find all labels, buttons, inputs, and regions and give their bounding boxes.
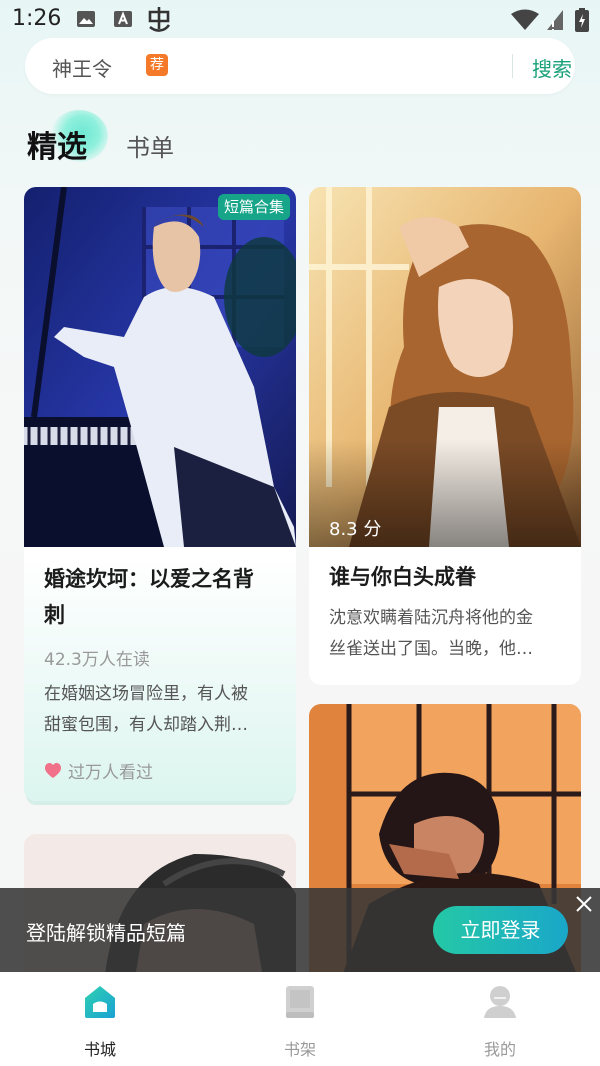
nav-item-bookshelf[interactable]: 书架 <box>250 982 350 1059</box>
battery-icon <box>575 8 589 32</box>
login-prompt-text: 登陆解锁精品短篇 <box>26 921 186 945</box>
book-cover-image <box>309 187 581 547</box>
recommend-badge: 荐 <box>146 54 168 76</box>
book-title: 谁与你白头成眷 <box>329 565 476 589</box>
rating-score: 8.3 分 <box>329 519 382 540</box>
nav-label: 我的 <box>483 1040 516 1059</box>
nav-item-profile[interactable]: 我的 <box>450 982 550 1059</box>
nav-label: 书城 <box>83 1040 116 1059</box>
tab-featured[interactable]: 精选 <box>27 122 87 166</box>
tab-booklist[interactable]: 书单 <box>126 128 174 163</box>
book-card[interactable]: 8.3 分 谁与你白头成眷 沈意欢瞒着陆沉舟将他的金 丝雀送出了国。当晚，他… <box>309 187 581 685</box>
book-title: 婚途坎坷：以爱之名背 刺 <box>44 561 254 633</box>
nav-item-bookstore[interactable]: 书城 <box>50 982 150 1059</box>
nav-label: 书架 <box>283 1040 316 1059</box>
book-description: 沈意欢瞒着陆沉舟将他的金 丝雀送出了国。当晚，他… <box>329 603 565 665</box>
gallery-icon <box>77 11 95 27</box>
bug-app-icon <box>148 7 171 32</box>
profile-icon <box>484 986 516 1018</box>
short-collection-badge: 短篇合集 <box>217 194 290 220</box>
readers-count: 42.3万人在读 <box>44 650 150 670</box>
hot-text: 过万人看过 <box>68 763 153 783</box>
book-cover-image <box>24 187 296 547</box>
close-icon[interactable] <box>575 895 593 913</box>
description-line: 沈意欢瞒着陆沉舟将他的金 <box>329 608 533 628</box>
wifi-icon <box>511 9 539 30</box>
bookshelf-icon <box>286 986 314 1018</box>
login-banner: 登陆解锁精品短篇 立即登录 <box>0 888 600 972</box>
description-line: 在婚姻这场冒险里，有人被 <box>44 684 248 704</box>
search-input[interactable]: 神王令 <box>52 53 112 82</box>
heart-icon <box>45 763 61 778</box>
home-icon <box>85 986 115 1018</box>
signal-icon <box>547 10 563 30</box>
search-bar[interactable]: 神王令 荐 搜索 <box>25 38 575 94</box>
hot-indicator: 过万人看过 <box>44 758 153 783</box>
status-bar: 1:26 <box>0 0 600 40</box>
description-line: 甜蜜包围，有人却踏入荆… <box>44 715 248 735</box>
book-title-line: 刺 <box>44 603 65 627</box>
font-icon <box>114 11 132 27</box>
book-description: 在婚姻这场冒险里，有人被 甜蜜包围，有人却踏入荆… <box>44 679 280 741</box>
search-divider <box>512 54 513 78</box>
description-line: 丝雀送出了国。当晚，他… <box>329 639 533 659</box>
book-title-line: 婚途坎坷：以爱之名背 <box>44 567 254 591</box>
login-button[interactable]: 立即登录 <box>433 906 568 954</box>
book-card[interactable]: 短篇合集 婚途坎坷：以爱之名背 刺 42.3万人在读 在婚姻这场冒险里，有人被 … <box>24 187 296 801</box>
bottom-nav: 书城 书架 我的 <box>0 972 600 1066</box>
search-button[interactable]: 搜索 <box>532 53 572 82</box>
status-time: 1:26 <box>12 6 62 31</box>
